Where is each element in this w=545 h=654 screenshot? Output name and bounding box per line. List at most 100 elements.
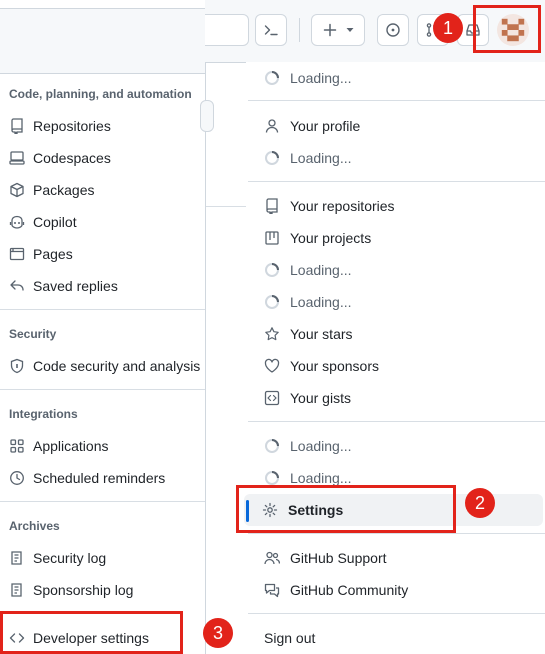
menu-item-github-community[interactable]: GitHub Community — [248, 574, 545, 606]
menu-item-loading: Loading... — [248, 286, 545, 318]
sidebar-divider — [0, 501, 205, 502]
spinner-icon — [265, 71, 279, 85]
star-icon — [265, 327, 279, 341]
menu-item-label: Your sponsors — [290, 358, 379, 374]
sidebar-item-label: Codespaces — [33, 150, 111, 166]
menu-item-loading: Loading... — [248, 142, 545, 174]
copilot-icon — [9, 215, 25, 229]
issue-opened-icon — [386, 23, 400, 37]
section-heading-code: Code, planning, and automation — [9, 87, 192, 101]
menu-item-your-gists[interactable]: Your gists — [248, 382, 545, 414]
menu-item-label: Settings — [288, 502, 344, 518]
menu-item-label: Your projects — [290, 230, 372, 246]
sidebar-item-label: Copilot — [33, 214, 77, 230]
clock-icon — [10, 471, 24, 485]
sidebar-item-copilot[interactable]: Copilot — [0, 206, 205, 238]
sidebar-item-label: Packages — [33, 182, 95, 198]
top-header — [205, 0, 545, 63]
menu-item-label: Sign out — [264, 630, 316, 646]
repo-icon — [266, 198, 278, 214]
sidebar-item-label: Developer settings — [33, 630, 149, 646]
shield-lock-icon — [10, 358, 24, 374]
menu-item-label: Loading... — [290, 470, 352, 486]
menu-divider — [248, 613, 545, 614]
sidebar-item-saved-replies[interactable]: Saved replies — [0, 270, 205, 302]
menu-divider — [248, 421, 545, 422]
menu-item-loading: Loading... — [248, 430, 545, 462]
sidebar-divider — [0, 309, 205, 310]
menu-item-settings[interactable]: Settings — [244, 494, 543, 526]
package-icon — [10, 182, 24, 198]
sidebar-item-pages[interactable]: Pages — [0, 238, 205, 270]
annotation-badge-3: 3 — [203, 618, 233, 648]
sidebar-top-bar — [0, 8, 205, 74]
menu-item-label: GitHub Support — [290, 550, 387, 566]
log-icon — [11, 583, 22, 597]
content-divider — [206, 206, 246, 207]
menu-item-sign-out[interactable]: Sign out — [248, 622, 545, 654]
menu-divider — [248, 181, 545, 182]
menu-item-your-repositories[interactable]: Your repositories — [248, 190, 545, 222]
menu-item-label: Your gists — [290, 390, 351, 406]
header-divider — [299, 18, 300, 42]
command-palette-button[interactable] — [255, 14, 287, 46]
spinner-icon — [265, 151, 279, 165]
sidebar-item-repositories[interactable]: Repositories — [0, 110, 205, 142]
sidebar-item-codespaces[interactable]: Codespaces — [0, 142, 205, 174]
code-icon — [9, 633, 25, 643]
triangle-down-icon — [346, 28, 354, 32]
user-menu-panel: Loading... Your profile Loading... Your … — [244, 62, 545, 654]
menu-item-label: Your profile — [290, 118, 361, 134]
menu-item-label: GitHub Community — [290, 582, 409, 598]
sidebar-item-label: Code security and analysis — [33, 358, 201, 374]
sidebar-divider — [0, 389, 205, 390]
sidebar-item-label: Applications — [33, 438, 109, 454]
menu-item-github-support[interactable]: GitHub Support — [248, 542, 545, 574]
menu-item-label: Loading... — [290, 70, 352, 86]
menu-item-label: Loading... — [290, 438, 352, 454]
sidebar-item-label: Saved replies — [33, 278, 118, 294]
menu-item-label: Loading... — [290, 150, 352, 166]
settings-sidebar: Code, planning, and automation Repositor… — [0, 0, 205, 654]
create-new-button[interactable] — [311, 14, 365, 46]
table-icon — [265, 231, 279, 245]
sidebar-item-label: Scheduled reminders — [33, 470, 166, 486]
sidebar-item-sponsorship-log[interactable]: Sponsorship log — [0, 574, 205, 606]
menu-item-loading: Loading... — [248, 254, 545, 286]
issues-button[interactable] — [377, 14, 409, 46]
sidebar-item-packages[interactable]: Packages — [0, 174, 205, 206]
spinner-icon — [265, 471, 279, 485]
search-input[interactable] — [205, 14, 249, 46]
plus-icon — [323, 23, 337, 37]
avatar[interactable] — [497, 14, 529, 46]
sidebar-item-label: Pages — [33, 246, 73, 262]
menu-divider — [248, 100, 545, 101]
partial-button — [200, 100, 214, 132]
people-icon — [264, 551, 280, 565]
sidebar-item-applications[interactable]: Applications — [0, 430, 205, 462]
spinner-icon — [265, 439, 279, 453]
menu-item-your-projects[interactable]: Your projects — [248, 222, 545, 254]
menu-item-label: Your repositories — [290, 198, 395, 214]
sidebar-item-developer-settings[interactable]: Developer settings — [0, 622, 205, 654]
sidebar-item-security-log[interactable]: Security log — [0, 542, 205, 574]
menu-item-label: Your stars — [290, 326, 353, 342]
menu-item-loading: Loading... — [248, 62, 545, 94]
inbox-icon — [466, 24, 480, 36]
sidebar-item-scheduled-reminders[interactable]: Scheduled reminders — [0, 462, 205, 494]
sidebar-item-code-security[interactable]: Code security and analysis — [0, 350, 205, 382]
apps-icon — [10, 439, 24, 453]
section-heading-archives: Archives — [9, 519, 60, 533]
sidebar-item-label: Security log — [33, 550, 107, 566]
menu-item-your-stars[interactable]: Your stars — [248, 318, 545, 350]
menu-item-your-sponsors[interactable]: Your sponsors — [248, 350, 545, 382]
annotation-badge-1: 1 — [433, 13, 463, 43]
menu-item-your-profile[interactable]: Your profile — [248, 110, 545, 142]
reply-icon — [10, 280, 24, 291]
code-square-icon — [264, 390, 280, 406]
repo-icon — [11, 118, 23, 134]
sidebar-item-label: Repositories — [33, 118, 111, 134]
annotation-badge-2: 2 — [465, 488, 495, 518]
section-heading-security: Security — [9, 327, 57, 341]
section-heading-integrations: Integrations — [9, 407, 78, 421]
